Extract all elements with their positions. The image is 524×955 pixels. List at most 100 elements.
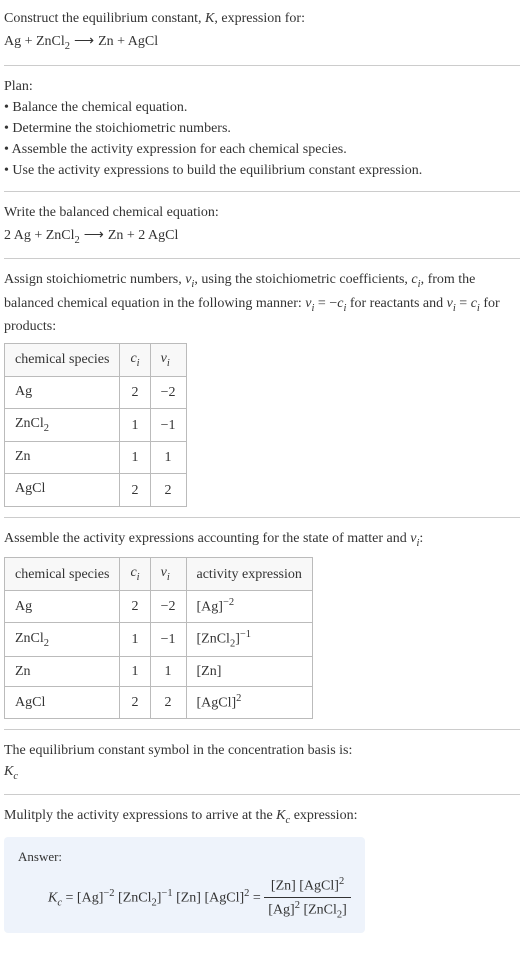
c-cell: 2	[120, 686, 150, 718]
eq-rhs: Zn + AgCl	[98, 34, 158, 49]
act: [AgCl]	[197, 696, 237, 711]
balanced-intro: Write the balanced chemical equation:	[4, 202, 520, 223]
c: c	[13, 770, 18, 781]
term: [Zn] [AgCl]	[173, 891, 245, 906]
divider	[4, 191, 520, 192]
plan-item: Balance the chemical equation.	[4, 97, 520, 118]
prompt-k: K	[205, 11, 214, 26]
kc-expression: Kc = [Ag]−2 [ZnCl2]−1 [Zn] [AgCl]2 = [Zn…	[18, 874, 351, 923]
plan-item: Determine the stoichiometric numbers.	[4, 118, 520, 139]
assign-text: for reactants and	[346, 296, 446, 311]
assemble-text: Assemble the activity expressions accoun…	[4, 531, 410, 546]
table-row: AgCl 2 2	[5, 474, 187, 507]
col-nui: νi	[150, 558, 186, 591]
eq-arrow: ⟶	[70, 34, 98, 49]
denominator: [Ag]2 [ZnCl2]	[264, 898, 351, 923]
numerator: [Zn] [AgCl]2	[264, 874, 351, 898]
den-term: ]	[342, 902, 347, 917]
balanced-sub: 2	[75, 234, 80, 245]
prompt-text-b: , expression for:	[214, 11, 305, 26]
table-header-row: chemical species ci νi	[5, 344, 187, 377]
species-sub: 2	[44, 423, 49, 434]
term: [Ag]	[77, 891, 103, 906]
c-cell: 2	[120, 376, 150, 409]
nu-cell: 1	[150, 656, 186, 686]
k: K	[276, 808, 285, 823]
balanced-rhs: Zn + 2 AgCl	[108, 228, 179, 243]
multiply-section: Mulitply the activity expressions to arr…	[4, 805, 520, 933]
species-cell: ZnCl2	[5, 622, 120, 656]
plan-section: Plan: Balance the chemical equation. Det…	[4, 76, 520, 181]
species: Ag	[15, 599, 32, 614]
c-cell: 1	[120, 656, 150, 686]
species-cell: Ag	[5, 376, 120, 409]
num-term: [Zn] [AgCl]	[271, 879, 339, 894]
nu-cell: −1	[150, 622, 186, 656]
divider	[4, 258, 520, 259]
species: Ag	[15, 384, 32, 399]
species-cell: AgCl	[5, 474, 120, 507]
den-term: [Ag]	[268, 902, 294, 917]
table-row: Zn 1 1 [Zn]	[5, 656, 313, 686]
num-sup: 2	[339, 876, 344, 887]
nu-cell: 1	[150, 441, 186, 474]
kc-intro: The equilibrium constant symbol in the c…	[4, 740, 520, 761]
species: Zn	[15, 449, 31, 464]
activity-cell: [ZnCl2]−1	[186, 622, 312, 656]
eq-lhs: Ag + ZnCl	[4, 34, 65, 49]
balanced-equation: 2 Ag + ZnCl2⟶Zn + 2 AgCl	[4, 225, 520, 249]
act-sup: −1	[240, 629, 251, 640]
prompt-equation: Ag + ZnCl2⟶Zn + AgCl	[4, 31, 520, 55]
k: K	[48, 891, 57, 906]
table-row: Ag 2 −2 [Ag]−2	[5, 591, 313, 623]
table-header-row: chemical species ci νi activity expressi…	[5, 558, 313, 591]
activity-cell: [Ag]−2	[186, 591, 312, 623]
species: AgCl	[15, 695, 45, 710]
col-ci: ci	[120, 344, 150, 377]
term-sup: −1	[161, 888, 172, 899]
c-cell: 1	[120, 409, 150, 442]
species-cell: ZnCl2	[5, 409, 120, 442]
nu-cell: −2	[150, 591, 186, 623]
act: [Zn]	[197, 664, 222, 679]
col-nui: νi	[150, 344, 186, 377]
balanced-arrow: ⟶	[80, 228, 108, 243]
plan-item: Assemble the activity expression for eac…	[4, 139, 520, 160]
activity-cell: [Zn]	[186, 656, 312, 686]
kc-symbol: Kc	[4, 761, 520, 785]
c-cell: 2	[120, 474, 150, 507]
eq: =	[62, 891, 77, 906]
species-cell: AgCl	[5, 686, 120, 718]
divider	[4, 517, 520, 518]
table-row: Zn 1 1	[5, 441, 187, 474]
c-cell: 2	[120, 591, 150, 623]
c-cell: 1	[120, 441, 150, 474]
prompt-text-a: Construct the equilibrium constant,	[4, 11, 205, 26]
species: AgCl	[15, 481, 45, 496]
nui-i: i	[167, 572, 170, 583]
balanced-lhs: 2 Ag + ZnCl	[4, 228, 75, 243]
prompt-section: Construct the equilibrium constant, K, e…	[4, 8, 520, 55]
table-row: ZnCl2 1 −1 [ZnCl2]−1	[5, 622, 313, 656]
rel: =	[456, 296, 471, 311]
stoichiometry-table: chemical species ci νi Ag 2 −2 ZnCl2 1 −…	[4, 343, 187, 507]
nu-cell: −1	[150, 409, 186, 442]
act-sup: 2	[236, 693, 241, 704]
col-activity: activity expression	[186, 558, 312, 591]
species-cell: Zn	[5, 441, 120, 474]
act: [Ag]	[197, 600, 223, 615]
assemble-text: :	[419, 531, 423, 546]
assemble-section: Assemble the activity expressions accoun…	[4, 528, 520, 719]
species-cell: Ag	[5, 591, 120, 623]
k: K	[4, 764, 13, 779]
term: [ZnCl	[115, 891, 152, 906]
prompt-line: Construct the equilibrium constant, K, e…	[4, 8, 520, 29]
species-cell: Zn	[5, 656, 120, 686]
ci-i: i	[137, 358, 140, 369]
species: ZnCl	[15, 416, 44, 431]
eq: =	[249, 891, 264, 906]
divider	[4, 729, 520, 730]
answer-label: Answer:	[18, 847, 351, 867]
table-row: AgCl 2 2 [AgCl]2	[5, 686, 313, 718]
multiply-text: Mulitply the activity expressions to arr…	[4, 808, 276, 823]
